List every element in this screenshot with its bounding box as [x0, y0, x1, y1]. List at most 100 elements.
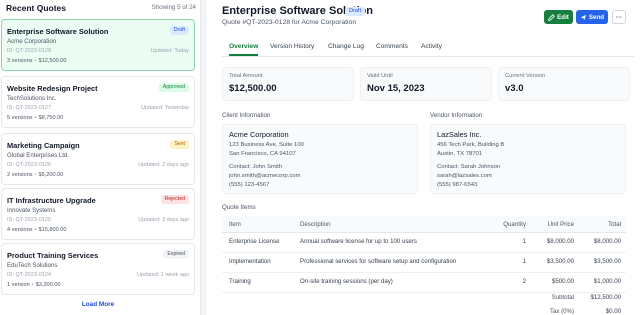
quote-card-amount: $3,200.00 [35, 282, 61, 288]
tab-activity[interactable]: Activity [421, 43, 442, 50]
row-item: Implementation [229, 258, 271, 265]
status-badge: Approved [158, 83, 189, 92]
client-address-line1: 123 Business Ave, Suite 100 [229, 142, 304, 148]
client-contact: Contact: John Smith [229, 164, 283, 170]
vendor-name: LazSales Inc. [437, 130, 482, 139]
quote-card-meta: 3 versions • $12,500.00 [7, 58, 66, 64]
status-badge: Sent [170, 140, 189, 149]
send-icon [580, 14, 587, 20]
quote-detail-panel: Enterprise Software Solution Draft Quote… [207, 0, 640, 315]
quote-card-id: ID: QT-2023-0128 [7, 48, 52, 54]
row-unit-price: $8,000.00 [546, 238, 574, 245]
quote-card-3[interactable]: IT Infrastructure Upgrade Rejected Innov… [1, 188, 195, 240]
quote-card-4[interactable]: Product Training Services Expired EduTec… [1, 243, 195, 295]
vendor-info-label: Vendor Information [430, 112, 483, 119]
separator-dot: • [34, 58, 37, 64]
valid-until-label: Valid Until [367, 73, 393, 79]
quote-card-meta: 4 versions • $15,800.00 [7, 227, 66, 233]
vendor-contact: Contact: Sarah Johnson [437, 164, 501, 170]
send-label: Send [588, 13, 605, 21]
quote-card-versions: 5 versions [7, 115, 33, 121]
tab-change-log[interactable]: Change Log [328, 43, 364, 50]
quote-card-title: Marketing Campaign [7, 141, 80, 150]
row-description: On-site training sessions (per day) [300, 278, 393, 285]
vendor-address-line2: Austin, TX 78701 [437, 151, 483, 157]
header-item: Item [229, 221, 241, 228]
quote-card-amount: $15,800.00 [38, 227, 67, 233]
tab-overview[interactable]: Overview [229, 43, 259, 56]
quote-card-client: Innovate Systems [7, 207, 56, 214]
header-unit-price: Unit Price [547, 221, 574, 228]
quote-card-id: ID: QT-2023-0126 [7, 162, 52, 168]
separator-dot: • [34, 227, 37, 233]
quote-card-id: ID: QT-2023-0124 [7, 272, 52, 278]
status-badge: Expired [163, 250, 189, 259]
total-amount-value: $12,500.00 [229, 83, 277, 94]
row-item: Enterprise License [229, 238, 280, 245]
vendor-address-line1: 456 Tech Park, Building B [437, 142, 505, 148]
sidebar-title: Recent Quotes [6, 3, 66, 13]
tax-row: Tax (0%) $0.00 [222, 305, 626, 315]
vendor-phone: (555) 987-6543 [437, 182, 478, 188]
client-info-box: Acme Corporation 123 Business Ave, Suite… [222, 124, 418, 194]
quote-card-updated: Updated: 2 days ago [138, 162, 189, 168]
total-amount-card: Total Amount $12,500.00 [222, 67, 354, 101]
tab-version-history[interactable]: Version History [270, 43, 314, 50]
quote-card-id: ID: QT-2023-0127 [7, 105, 52, 111]
quote-card-amount: $12,500.00 [38, 58, 67, 64]
more-options-button[interactable]: ··· [612, 10, 626, 24]
row-total: $3,500.00 [593, 258, 621, 265]
vendor-email[interactable]: sarah@lazsales.com [437, 173, 492, 179]
quote-subtitle: Quote #QT-2023-0128 for Acme Corporation [222, 19, 357, 26]
edit-button[interactable]: Edit [544, 10, 573, 24]
valid-until-value: Nov 15, 2023 [367, 83, 425, 94]
send-button[interactable]: Send [576, 10, 608, 24]
quote-card-title: Product Training Services [7, 251, 99, 260]
quote-card-updated: Updated: 3 days ago [138, 217, 189, 223]
current-version-card: Current Version v3.0 [498, 67, 630, 101]
table-row: Implementation Professional services for… [222, 253, 626, 273]
tab-bar: Overview Version History Change Log Comm… [222, 39, 634, 57]
quote-card-meta: 2 versions • $5,200.00 [7, 172, 63, 178]
tax-value: $0.00 [605, 308, 621, 315]
quote-manager-app: Recent Quotes Showing 5 of 24 Enterprise… [0, 0, 640, 315]
table-header: Item Description Quantity Unit Price Tot… [222, 216, 626, 233]
quote-card-versions: 2 versions [7, 172, 33, 178]
more-icon: ··· [615, 13, 623, 21]
header-description: Description [300, 221, 331, 228]
vendor-info-box: LazSales Inc. 456 Tech Park, Building B … [430, 124, 626, 194]
load-more-button[interactable]: Load More [0, 301, 196, 308]
quote-card-1[interactable]: Website Redesign Project Approved TechSo… [1, 76, 195, 128]
subtotal-value: $12,500.00 [590, 294, 622, 301]
quote-card-meta: 1 version • $3,200.00 [7, 282, 61, 288]
separator-dot: • [31, 282, 34, 288]
client-email[interactable]: john.smith@acmecorp.com [229, 173, 300, 179]
current-version-label: Current Version [505, 73, 546, 79]
quote-card-title: IT Infrastructure Upgrade [7, 196, 96, 205]
quote-card-title: Website Redesign Project [7, 84, 98, 93]
header-quantity: Quantity [503, 221, 526, 228]
total-amount-label: Total Amount [229, 73, 263, 79]
row-total: $8,000.00 [593, 238, 621, 245]
quote-card-updated: Updated: Yesterday [140, 105, 189, 111]
quote-card-0[interactable]: Enterprise Software Solution Draft Acme … [1, 19, 195, 71]
separator-dot: • [34, 115, 37, 121]
quote-card-2[interactable]: Marketing Campaign Sent Global Enterpris… [1, 133, 195, 185]
subtotal-row: Subtotal $12,500.00 [222, 291, 626, 306]
row-item: Training [229, 278, 251, 285]
header-total: Total [608, 221, 621, 228]
table-row: Training On-site training sessions (per … [222, 273, 626, 293]
row-quantity: 1 [522, 258, 526, 265]
quote-card-versions: 3 versions [7, 58, 33, 64]
pencil-icon [548, 13, 556, 21]
quote-card-updated: Updated: Today [150, 48, 189, 54]
current-version-value: v3.0 [505, 83, 524, 94]
client-info-label: Client Information [222, 112, 271, 119]
client-phone: (555) 123-4567 [229, 182, 270, 188]
quote-card-client: Acme Corporation [7, 38, 57, 45]
row-quantity: 1 [522, 238, 526, 245]
tab-comments[interactable]: Comments [376, 43, 408, 50]
quote-card-versions: 4 versions [7, 227, 33, 233]
quote-card-id: ID: QT-2023-0125 [7, 217, 52, 223]
quote-card-client: TechSolutions Inc. [7, 95, 57, 102]
